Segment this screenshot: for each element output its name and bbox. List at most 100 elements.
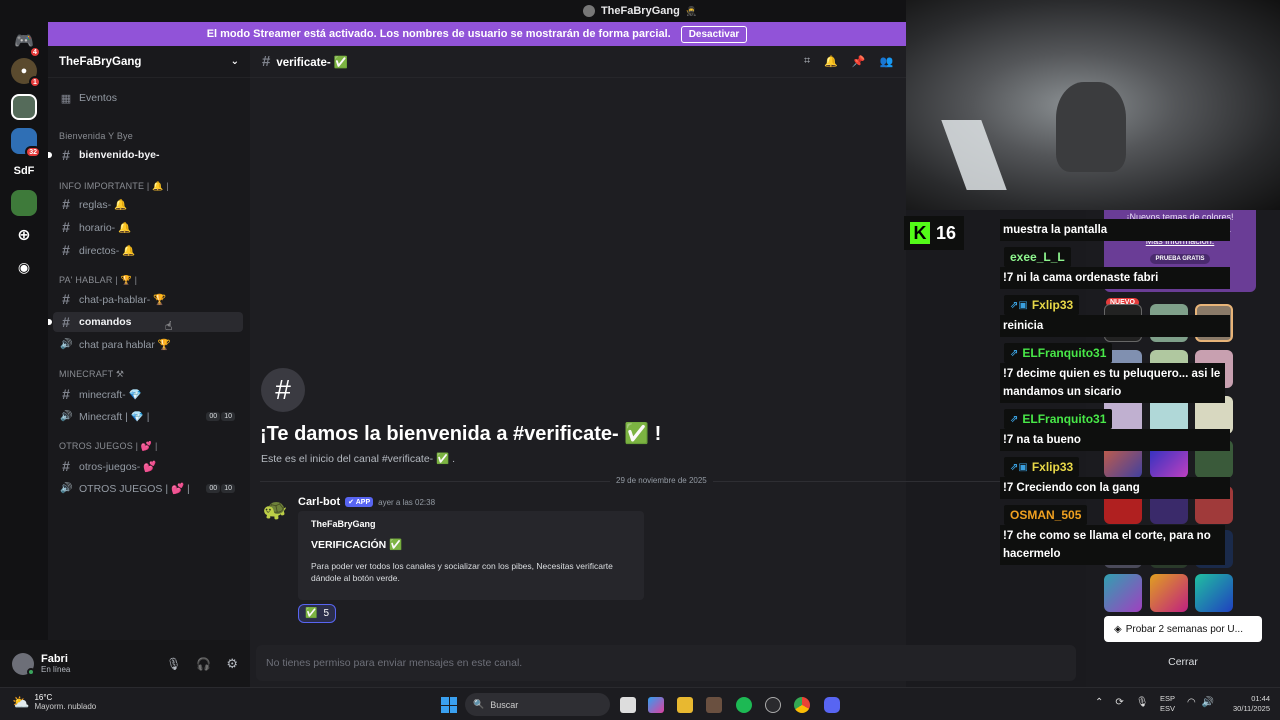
category-pa-hablar[interactable]: PA' HABLAR | 🏆 | bbox=[59, 275, 137, 286]
hash-icon: # bbox=[62, 458, 70, 474]
copilot-icon[interactable] bbox=[648, 697, 664, 713]
server-icon-sdf[interactable]: SdF bbox=[11, 158, 37, 184]
language-indicator[interactable]: ESP ESV bbox=[1160, 694, 1175, 714]
add-server-icon[interactable]: ⊕ bbox=[11, 222, 37, 248]
badge-icons: ⇗ bbox=[1010, 413, 1019, 425]
hash-icon: # bbox=[62, 219, 70, 235]
trial-button[interactable]: ◈ Probar 2 semanas por U... bbox=[1104, 616, 1262, 642]
microphone-tray-icon[interactable]: 🎙 bbox=[1136, 697, 1149, 708]
window-title: TheFaBryGang bbox=[600, 5, 680, 17]
welcome-title: ¡Te damos la bienvenida a #verificate- ✅… bbox=[260, 423, 662, 445]
voice-channel-minecraft[interactable]: 🔊 Minecraft | 💎 | 00 10 bbox=[53, 406, 243, 426]
deactivate-button[interactable]: Desactivar bbox=[680, 25, 748, 43]
server-icon-thefabrygang[interactable] bbox=[11, 94, 37, 120]
clock[interactable]: 01:44 30/11/2025 bbox=[1224, 694, 1270, 714]
close-button[interactable]: Cerrar bbox=[1104, 656, 1262, 668]
server-icon-1[interactable]: ● 1 bbox=[11, 58, 41, 88]
task-view-icon[interactable] bbox=[620, 697, 636, 713]
file-explorer-icon[interactable] bbox=[677, 697, 693, 713]
category-minecraft[interactable]: MINECRAFT ⚒ bbox=[59, 369, 124, 380]
voice-limit: 10 bbox=[221, 483, 235, 493]
chat-user: Fxlip33 bbox=[1031, 298, 1074, 312]
hash-icon: # bbox=[62, 242, 70, 258]
channel-directos[interactable]: # directos- 🔔 bbox=[53, 240, 243, 260]
spotify-icon[interactable] bbox=[736, 697, 752, 713]
message-author[interactable]: Carl-bot bbox=[298, 496, 340, 508]
theme-swatch[interactable] bbox=[1195, 574, 1233, 612]
unread-dot bbox=[48, 152, 52, 158]
search-box[interactable]: 🔍 Buscar bbox=[465, 693, 610, 716]
chrome-icon[interactable] bbox=[794, 697, 810, 713]
steam-icon[interactable] bbox=[765, 697, 781, 713]
server-icon-minecraft[interactable] bbox=[11, 190, 37, 216]
chat-message: reinicia bbox=[1000, 315, 1230, 337]
channel-reglas[interactable]: # reglas- 🔔 bbox=[53, 194, 243, 214]
bell-icon[interactable]: 🔔 bbox=[824, 55, 838, 68]
category-otros-juegos[interactable]: OTROS JUEGOS | 💕 | bbox=[59, 441, 158, 452]
chat-username: ⇗▣ Fxlip33 bbox=[1004, 295, 1080, 315]
explore-icon[interactable]: ◉ bbox=[11, 254, 37, 280]
message-avatar[interactable]: 🐢 bbox=[261, 497, 289, 525]
lang-primary: ESP bbox=[1160, 694, 1176, 703]
weather-widget[interactable]: ⛅ 16°C Mayorm. nublado bbox=[12, 693, 96, 711]
voice-counter: 00 10 bbox=[206, 411, 235, 421]
chat-username: ⇗▣ Fxlip33 bbox=[1004, 457, 1080, 477]
reaction-button[interactable]: ✅ 5 bbox=[298, 604, 337, 623]
channel-minecraft[interactable]: # minecraft- 💎 bbox=[53, 384, 243, 404]
viewer-count: 16 bbox=[936, 222, 957, 243]
network-volume-icons[interactable]: ◠ 🔊 bbox=[1187, 697, 1214, 708]
streamer-mode-banner: El modo Streamer está activado. Los nomb… bbox=[48, 22, 906, 46]
hash-icon: # bbox=[62, 147, 70, 163]
category-info[interactable]: INFO IMPORTANTE | 🔔 | bbox=[59, 181, 169, 192]
user-panel: Fabri En línea 🎙 🎧 ⚙ bbox=[0, 640, 250, 687]
discord-home-icon[interactable]: 🎮 4 bbox=[11, 28, 41, 58]
channel-label: reglas- 🔔 bbox=[79, 198, 128, 211]
wifi-icon: ◠ bbox=[1187, 697, 1196, 708]
server-header[interactable]: TheFaBryGang ⌄ bbox=[48, 46, 250, 78]
badge: 4 bbox=[29, 46, 41, 58]
app-icon[interactable] bbox=[706, 697, 722, 713]
search-label: Buscar bbox=[490, 699, 519, 710]
channel-bienvenido-bye[interactable]: # bienvenido-bye- bbox=[48, 145, 243, 165]
message-input[interactable]: No tienes permiso para enviar mensajes e… bbox=[256, 645, 1076, 681]
chevron-up-icon[interactable]: ⌃ bbox=[1095, 697, 1103, 708]
pin-icon[interactable]: 📌 bbox=[852, 55, 866, 68]
chevron-down-icon[interactable]: ⌄ bbox=[231, 56, 239, 67]
sync-icon[interactable]: ⟳ bbox=[1115, 697, 1123, 708]
welcome-subtitle: Este es el inicio del canal #verificate-… bbox=[261, 453, 455, 465]
embed-title: VERIFICACIÓN ✅ bbox=[311, 539, 403, 551]
theme-swatch[interactable] bbox=[1150, 574, 1188, 612]
server-name: TheFaBryGang bbox=[59, 55, 142, 68]
events-label: Eventos bbox=[79, 92, 117, 104]
microphone-icon[interactable]: 🎙 bbox=[166, 657, 181, 671]
category-bienvenida[interactable]: Bienvenida Y Bye bbox=[59, 131, 133, 141]
members-icon[interactable]: 👥 bbox=[880, 55, 894, 68]
events-item[interactable]: ▦ Eventos bbox=[53, 88, 243, 108]
hash-icon: # bbox=[62, 196, 70, 212]
gear-icon[interactable]: ⚙ bbox=[226, 656, 238, 672]
theme-swatch[interactable] bbox=[1104, 574, 1142, 612]
badge-icons: ⇗▣ bbox=[1010, 461, 1028, 473]
windows-taskbar: ⛅ 16°C Mayorm. nublado 🔍 Buscar ⌃ ⟳ 🎙 ES… bbox=[0, 687, 1280, 720]
channel-comandos[interactable]: # comandos bbox=[48, 312, 243, 332]
discord-taskbar-icon[interactable] bbox=[824, 697, 840, 713]
start-button[interactable] bbox=[441, 697, 457, 713]
channel-horario[interactable]: # horario- 🔔 bbox=[53, 217, 243, 237]
channel-chat-pa-hablar[interactable]: # chat-pa-hablar- 🏆 bbox=[53, 289, 243, 309]
channel-label: comandos bbox=[79, 316, 132, 328]
tray-icons[interactable]: ⌃ ⟳ 🎙 bbox=[1095, 697, 1148, 708]
threads-icon[interactable]: ⌗ bbox=[804, 55, 810, 68]
channel-otros-juegos[interactable]: # otros-juegos- 💕 bbox=[53, 456, 243, 476]
avatar[interactable] bbox=[12, 652, 35, 676]
channel-label: Minecraft | 💎 | bbox=[79, 410, 150, 423]
chat-username: OSMAN_505 bbox=[1004, 505, 1088, 525]
voice-channel-otros-juegos[interactable]: 🔊 OTROS JUEGOS | 💕 | 00 10 bbox=[53, 478, 243, 498]
trial-button-label: Probar 2 semanas por U... bbox=[1125, 623, 1243, 635]
headphones-icon[interactable]: 🎧 bbox=[196, 657, 211, 671]
channel-label: horario- 🔔 bbox=[79, 221, 132, 234]
server-icon bbox=[582, 5, 595, 17]
voice-channel-chat-para-hablar[interactable]: 🔊 chat para hablar 🏆 bbox=[53, 334, 243, 354]
username: Fabri bbox=[41, 653, 68, 665]
header-toolbar: ⌗ 🔔 📌 👥 bbox=[804, 55, 893, 68]
server-icon-3[interactable]: 32 bbox=[11, 128, 41, 158]
